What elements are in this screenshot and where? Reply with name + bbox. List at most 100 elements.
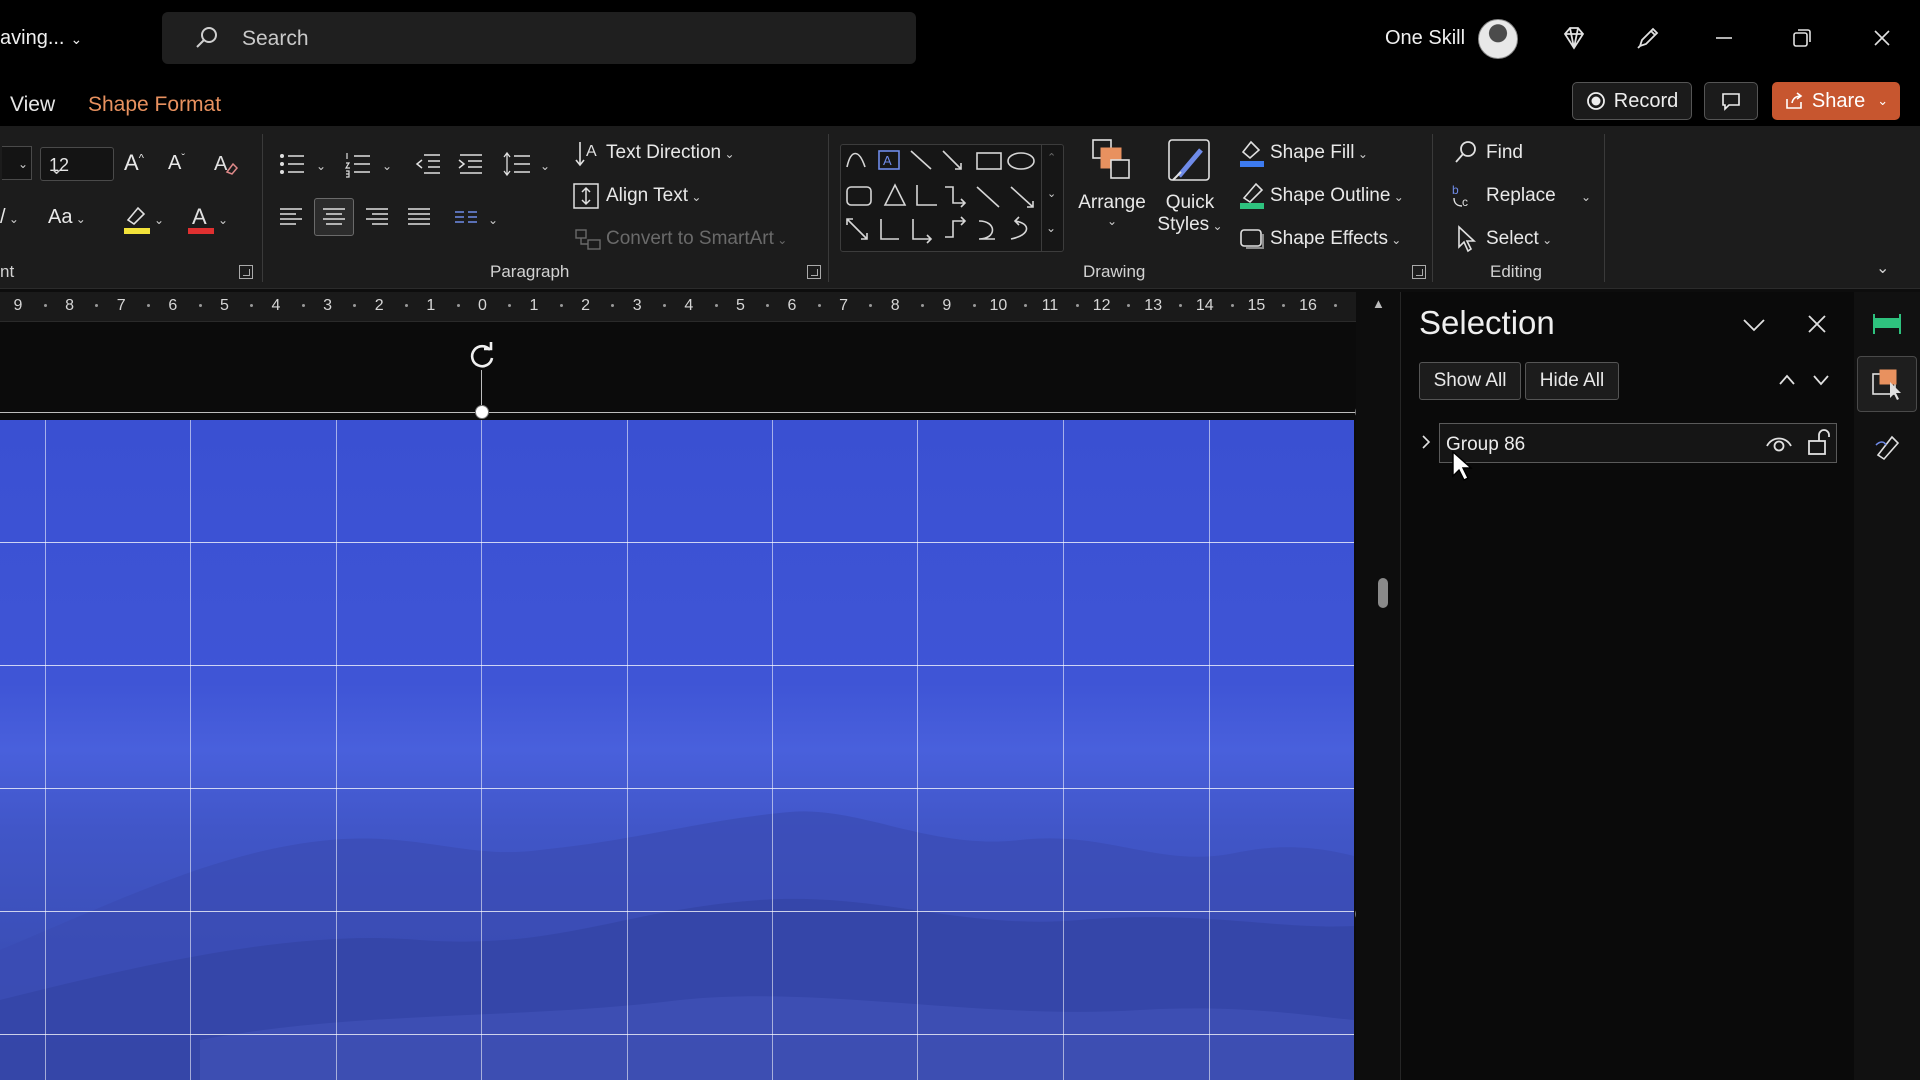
paragraph-dialog-launcher[interactable]: [807, 265, 821, 279]
resize-handle-top[interactable]: [475, 405, 489, 419]
tab-view[interactable]: View: [10, 93, 55, 117]
align-right-button[interactable]: [362, 202, 392, 237]
shape-fill-label: Shape Fill: [1270, 142, 1355, 163]
design-ideas-icon[interactable]: [1857, 296, 1917, 352]
scroll-up-icon[interactable]: ▲: [1372, 296, 1385, 311]
pane-close-icon[interactable]: [1805, 312, 1829, 341]
grid-line-vertical: [336, 420, 337, 1080]
ruler-tick: [869, 304, 873, 307]
align-text-button[interactable]: Align Text ⌄: [606, 185, 701, 207]
comments-button[interactable]: [1704, 82, 1758, 120]
bullets-button[interactable]: ⌄: [278, 150, 328, 183]
bring-forward-icon[interactable]: [1777, 372, 1797, 393]
shape-outline-label: Shape Outline: [1270, 185, 1391, 206]
convert-to-smartart-button[interactable]: Convert to SmartArt ⌄: [606, 228, 787, 250]
user-name[interactable]: One Skill: [1385, 27, 1465, 50]
ruler-tick-label: 5: [735, 297, 745, 314]
shapes-gallery[interactable]: A ⌃ ⌄ ⌄: [840, 144, 1064, 252]
ruler-tick: [43, 304, 47, 307]
line-spacing-button[interactable]: ⌄: [502, 150, 552, 183]
selection-item-group-86[interactable]: Group 86: [1439, 423, 1837, 463]
clear-formatting-icon[interactable]: A: [212, 150, 240, 183]
scrollbar-thumb[interactable]: [1378, 578, 1388, 608]
ruler-tick: [611, 304, 615, 307]
search-box[interactable]: Search: [162, 12, 916, 64]
diamond-icon[interactable]: [1558, 22, 1590, 54]
resize-handle-top-right[interactable]: [1355, 405, 1356, 419]
ruler-tick-label: 4: [684, 297, 694, 314]
font-color-button[interactable]: A ⌄: [186, 202, 228, 241]
replace-button[interactable]: Replace ⌄: [1486, 185, 1591, 207]
ruler-tick: [95, 304, 99, 307]
editing-group-label: Editing: [1490, 262, 1542, 281]
minimize-icon[interactable]: [1708, 22, 1740, 54]
justify-button[interactable]: [404, 202, 434, 237]
vertical-scrollbar[interactable]: ▲: [1372, 296, 1386, 1080]
drawing-dialog-launcher[interactable]: [1412, 265, 1426, 279]
svg-text:⌄: ⌄: [154, 213, 162, 227]
gallery-scroll[interactable]: ⌃ ⌄ ⌄: [1041, 145, 1063, 251]
record-button[interactable]: Record: [1572, 82, 1692, 120]
comment-icon: [1722, 93, 1740, 111]
svg-text:⌄: ⌄: [540, 159, 550, 173]
shape-outline-button[interactable]: Shape Outline ⌄: [1270, 185, 1404, 207]
decrease-indent-button[interactable]: [414, 150, 444, 183]
expand-group-icon[interactable]: [1419, 432, 1433, 457]
font-dialog-launcher[interactable]: [239, 265, 253, 279]
ruler-tick: [456, 304, 460, 307]
find-button[interactable]: Find: [1486, 142, 1523, 164]
selection-pane-toggle-icon[interactable]: [1857, 356, 1917, 412]
highlight-color-button[interactable]: ⌄: [122, 202, 164, 241]
convert-smartart-label: Convert to SmartArt: [606, 228, 774, 249]
horizontal-ruler: 9 8 7 6 5 4 3 2 1 0 1 2 3 4 5 6 7 8 9 10 11 12 13 14 15 16: [0, 292, 1356, 322]
columns-button[interactable]: ⌄: [452, 202, 502, 237]
pen-icon[interactable]: [1632, 22, 1664, 54]
ruler-tick-label: 16: [1299, 297, 1317, 314]
ruler-tick-label: 7: [116, 297, 126, 314]
avatar[interactable]: [1478, 19, 1518, 59]
slide-image[interactable]: [0, 420, 1354, 1080]
decrease-font-size-button[interactable]: Aˇ: [168, 152, 185, 175]
grid-line-vertical: [1209, 420, 1210, 1080]
title-bar: aving... ⌄ Search One Skill: [0, 0, 1920, 76]
font-size-dropdown[interactable]: 12 ⌄: [40, 147, 114, 181]
pane-title: Selection: [1419, 304, 1555, 341]
svg-text:A: A: [192, 204, 207, 229]
share-button[interactable]: Share ⌄: [1772, 82, 1900, 120]
strikethrough-button[interactable]: / ⌄: [0, 206, 19, 229]
document-title[interactable]: aving... ⌄: [0, 27, 82, 50]
increase-font-size-button[interactable]: A^: [124, 150, 144, 176]
visibility-eye-icon[interactable]: [1764, 432, 1794, 461]
collapse-ribbon-icon[interactable]: ⌄: [1876, 258, 1889, 278]
shape-effects-button[interactable]: Shape Effects ⌄: [1270, 228, 1401, 250]
change-case-button[interactable]: Aa ⌄: [48, 206, 86, 229]
align-left-button[interactable]: [276, 202, 306, 237]
slide-canvas[interactable]: [0, 322, 1356, 1080]
font-name-dropdown[interactable]: ⌄: [2, 146, 32, 180]
gallery-more-icon[interactable]: ⌄: [1046, 221, 1056, 235]
numbering-button[interactable]: ⌄: [344, 150, 394, 183]
show-all-button[interactable]: Show All: [1419, 362, 1521, 400]
lock-icon[interactable]: [1806, 429, 1832, 462]
select-button[interactable]: Select ⌄: [1486, 228, 1552, 250]
resize-handle-right[interactable]: [1355, 907, 1356, 921]
format-shape-icon[interactable]: [1857, 418, 1917, 474]
align-center-button[interactable]: [314, 198, 354, 236]
svg-text:⌄: ⌄: [382, 159, 392, 173]
tab-shape-format[interactable]: Shape Format: [88, 93, 221, 117]
increase-indent-button[interactable]: [456, 150, 486, 183]
close-icon[interactable]: [1866, 22, 1898, 54]
restore-icon[interactable]: [1786, 22, 1818, 54]
text-direction-button[interactable]: Text Direction ⌄: [606, 142, 735, 164]
drawing-group-label: Drawing: [1083, 262, 1146, 281]
svg-text:A: A: [214, 153, 228, 175]
arrange-button[interactable]: Arrange ⌄: [1072, 136, 1152, 228]
align-text-icon: [572, 182, 600, 215]
send-backward-icon[interactable]: [1811, 372, 1831, 393]
shape-fill-button[interactable]: Shape Fill ⌄: [1270, 142, 1368, 164]
ruler-tick: [1282, 304, 1286, 307]
rotate-handle-icon[interactable]: [466, 340, 498, 377]
hide-all-button[interactable]: Hide All: [1525, 362, 1619, 400]
quick-styles-button[interactable]: Quick Styles ⌄: [1150, 136, 1230, 236]
pane-options-icon[interactable]: [1741, 314, 1767, 339]
